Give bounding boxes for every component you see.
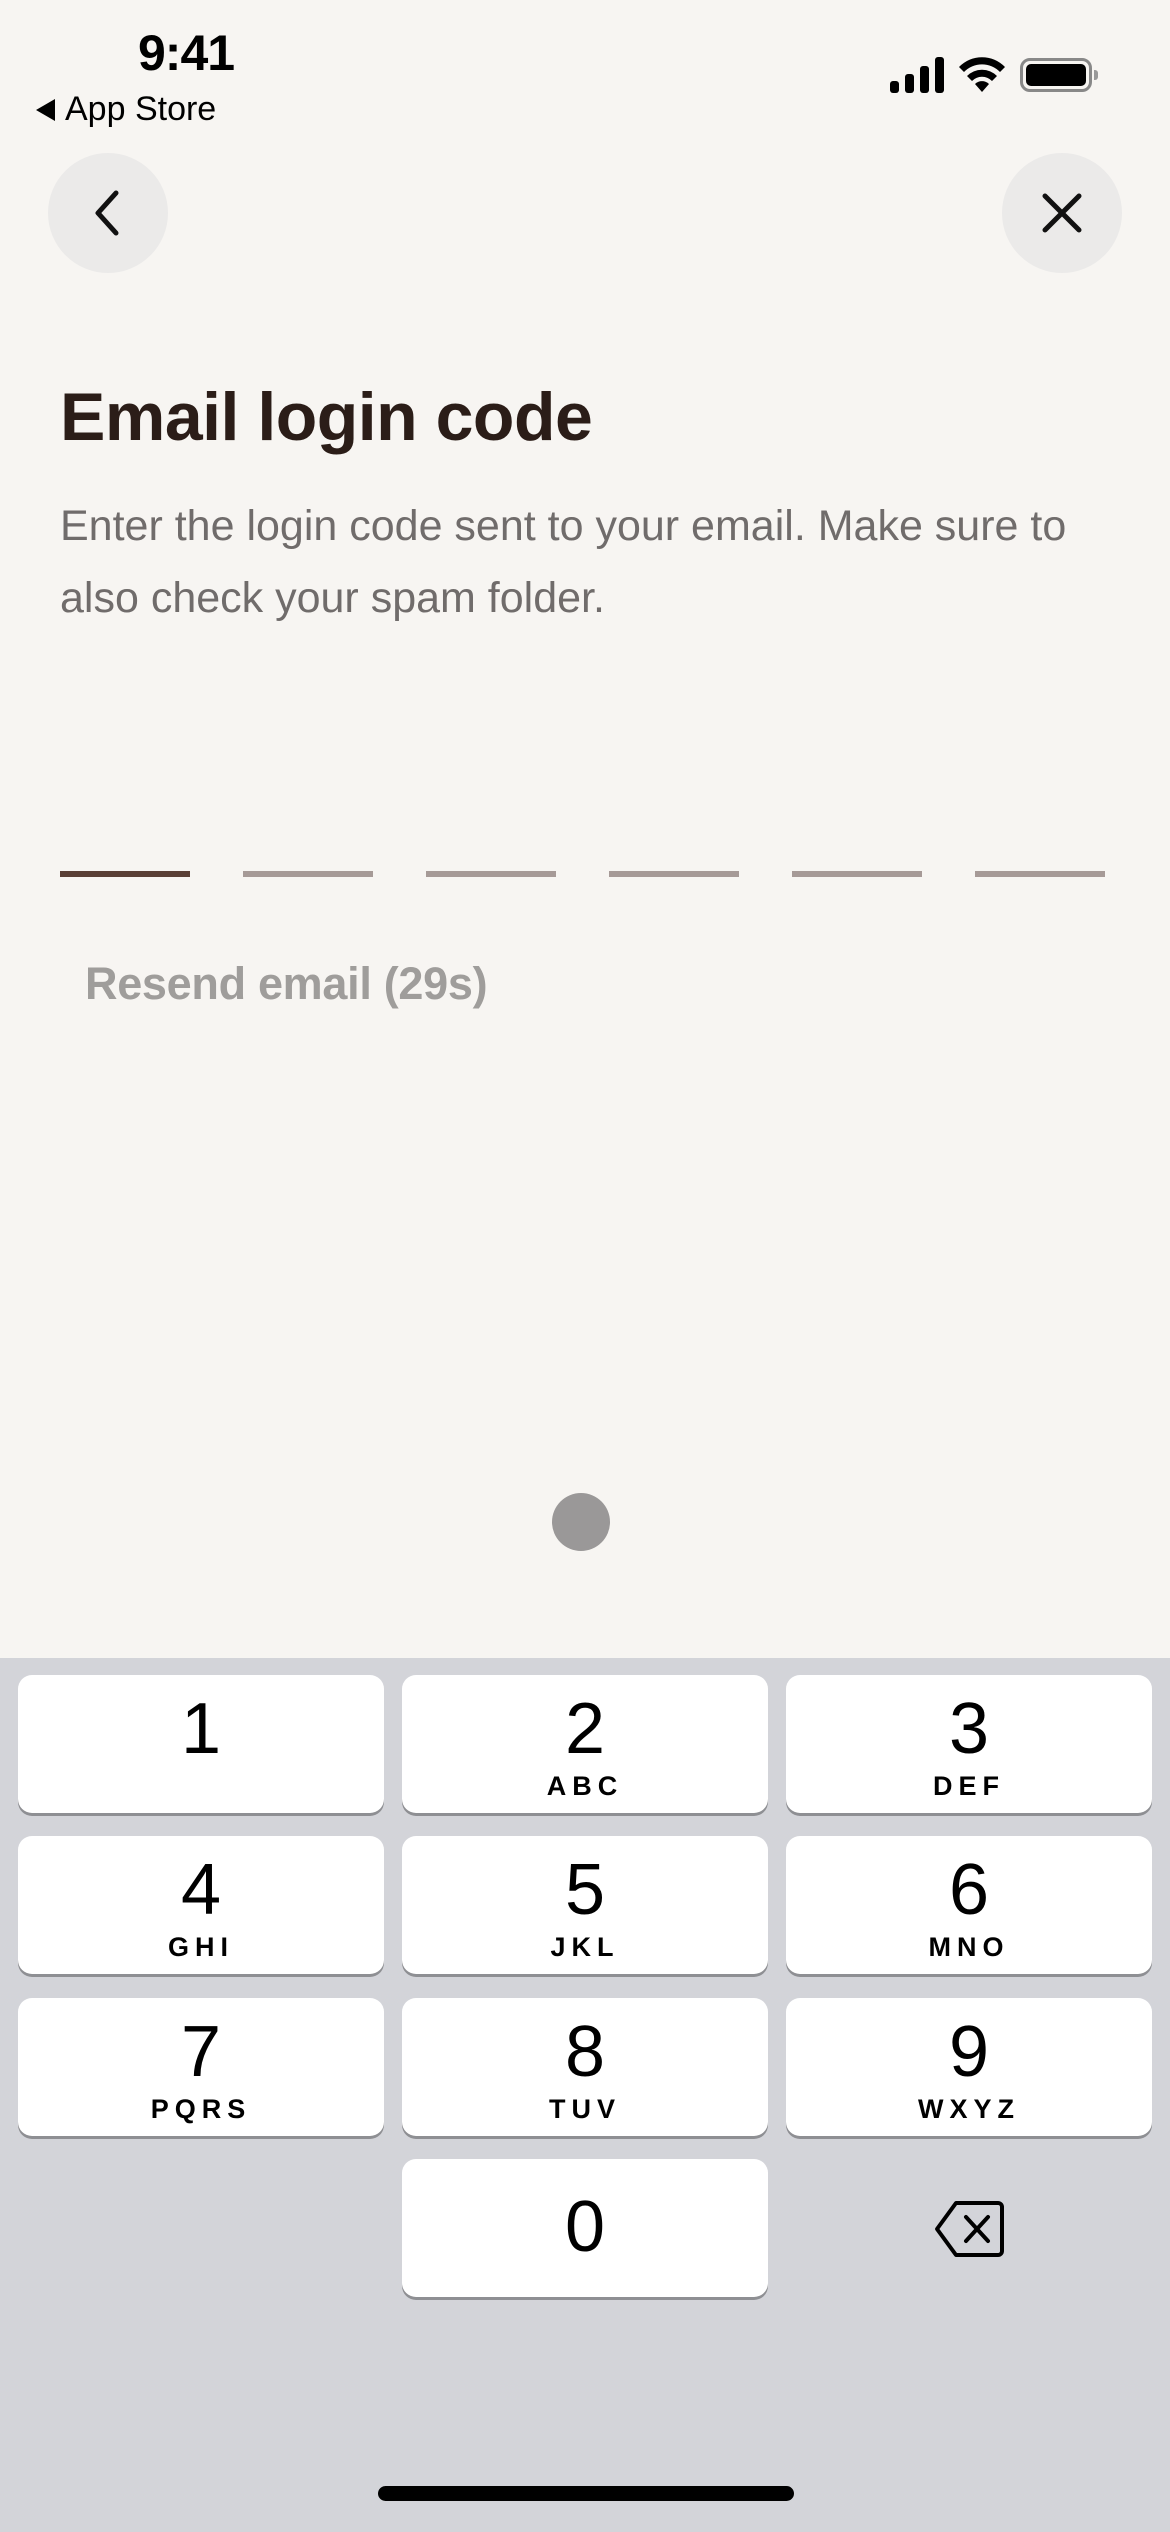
resend-email-button[interactable]: Resend email (29s) xyxy=(85,958,488,1010)
page-subtitle: Enter the login code sent to your email.… xyxy=(60,502,1067,622)
home-indicator[interactable] xyxy=(378,2486,794,2501)
key-letters: JKL xyxy=(550,1932,620,1962)
key-digit: 3 xyxy=(948,1689,990,1769)
key-letters: ABC xyxy=(546,1771,624,1801)
close-icon xyxy=(1042,193,1082,233)
key-letters: MNO xyxy=(928,1932,1010,1962)
code-slot-2[interactable] xyxy=(243,871,373,877)
key-3[interactable]: 3 DEF xyxy=(786,1675,1152,1813)
back-triangle-icon xyxy=(36,98,55,121)
key-7[interactable]: 7 PQRS xyxy=(18,1998,384,2136)
battery-icon xyxy=(1020,58,1098,92)
key-letters: PQRS xyxy=(150,2094,252,2124)
key-digit: 8 xyxy=(564,2012,606,2092)
code-input[interactable] xyxy=(60,871,1105,877)
key-digit: 5 xyxy=(564,1850,606,1930)
status-time: 9:41 xyxy=(138,25,235,81)
key-8[interactable]: 8 TUV xyxy=(402,1998,768,2136)
key-0[interactable]: 0 xyxy=(402,2159,768,2297)
status-bar: 9:41 App Store xyxy=(0,0,1170,140)
code-slot-4[interactable] xyxy=(609,871,739,877)
code-slot-1[interactable] xyxy=(60,871,190,877)
back-to-app-store-link[interactable]: App Store xyxy=(36,90,216,129)
chevron-left-icon xyxy=(95,190,119,236)
key-letters: GHI xyxy=(167,1932,234,1962)
key-digit: 7 xyxy=(180,2012,222,2092)
key-digit: 1 xyxy=(180,1689,222,1769)
cellular-signal-icon xyxy=(890,57,944,93)
key-digit: 0 xyxy=(564,2187,606,2267)
key-6[interactable]: 6 MNO xyxy=(786,1836,1152,1974)
close-button[interactable] xyxy=(1002,153,1122,273)
code-slot-6[interactable] xyxy=(975,871,1105,877)
code-slot-3[interactable] xyxy=(426,871,556,877)
back-app-label: App Store xyxy=(65,90,217,128)
key-letters: DEF xyxy=(933,1771,1005,1801)
key-digit: 2 xyxy=(564,1689,606,1769)
back-button[interactable] xyxy=(48,153,168,273)
backspace-icon xyxy=(935,2201,1004,2257)
key-digit: 4 xyxy=(180,1850,222,1930)
key-letters: WXYZ xyxy=(918,2094,1020,2124)
status-icons xyxy=(890,56,1098,94)
key-5[interactable]: 5 JKL xyxy=(402,1836,768,1974)
key-1[interactable]: 1 xyxy=(18,1675,384,1813)
key-digit: 6 xyxy=(948,1850,990,1930)
delete-key[interactable] xyxy=(900,2184,1040,2274)
code-slot-5[interactable] xyxy=(792,871,922,877)
key-9[interactable]: 9 WXYZ xyxy=(786,1998,1152,2136)
loading-indicator xyxy=(552,1493,610,1551)
wifi-icon xyxy=(959,57,1005,92)
key-letters: TUV xyxy=(549,2094,621,2124)
key-4[interactable]: 4 GHI xyxy=(18,1836,384,1974)
numeric-keypad: 1 2 ABC 3 DEF 4 GHI 5 JKL 6 MNO 7 PQRS 8… xyxy=(0,1658,1170,2532)
key-digit: 9 xyxy=(948,2012,990,2092)
page-title: Email login code xyxy=(60,379,593,455)
key-2[interactable]: 2 ABC xyxy=(402,1675,768,1813)
